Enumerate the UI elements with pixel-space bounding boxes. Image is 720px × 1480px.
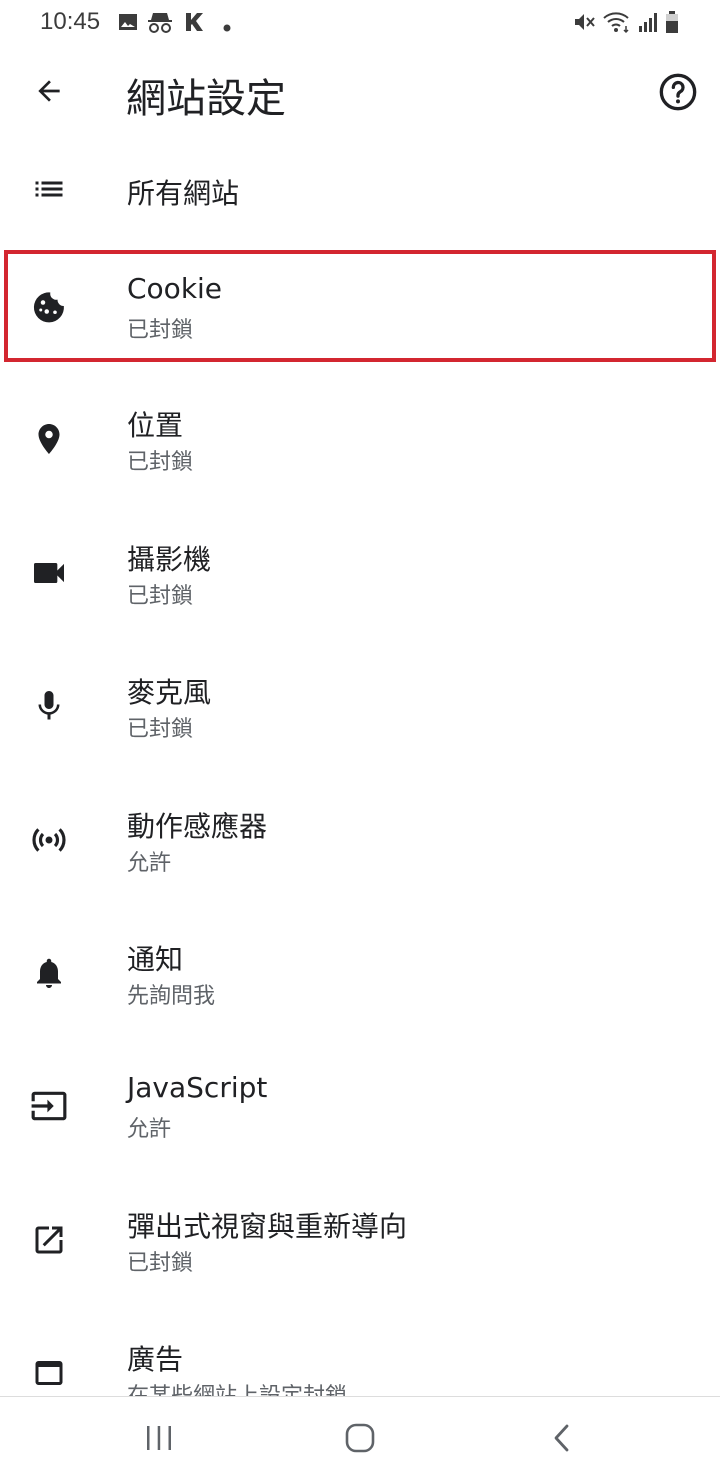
back-nav-icon [551, 1423, 573, 1457]
recent-apps-icon [144, 1424, 174, 1456]
cookie-icon [24, 282, 74, 332]
list-item-title: 攝影機 [127, 543, 212, 576]
list-item-status: 允許 [127, 1117, 172, 1142]
microphone-icon [24, 681, 74, 731]
system-nav-bar [0, 1396, 720, 1480]
list-item-title: 位置 [127, 409, 184, 442]
list-item-ads[interactable]: 廣告 在某些網站上設定封鎖 [0, 1318, 720, 1396]
list-item-status: 先詢問我 [127, 984, 216, 1009]
arrow-back-icon [33, 75, 65, 111]
back-nav-button[interactable] [532, 1415, 592, 1465]
home-icon [344, 1422, 376, 1458]
list-item-status: 已封鎖 [127, 1251, 194, 1276]
popup-icon [24, 1215, 74, 1265]
signal-icon [636, 10, 660, 38]
page-title: 網站設定 [126, 76, 286, 122]
list-item-all-sites[interactable]: 所有網站 [0, 138, 720, 242]
help-icon [658, 72, 698, 116]
list-icon [24, 164, 74, 214]
help-button[interactable] [652, 68, 704, 120]
list-item-status: 已封鎖 [127, 584, 194, 609]
status-time: 10:45 [40, 8, 101, 35]
battery-icon [664, 10, 680, 38]
status-bar: 10:45 [0, 0, 720, 46]
list-item-status: 允許 [127, 851, 172, 876]
camera-icon [24, 548, 74, 598]
k-app-icon [182, 10, 206, 38]
list-item-cookie[interactable]: Cookie 已封鎖 [0, 252, 720, 364]
list-item-status: 已封鎖 [127, 318, 194, 343]
ads-icon [24, 1348, 74, 1396]
list-item-title: 彈出式視窗與重新導向 [127, 1210, 408, 1243]
list-item-microphone[interactable]: 麥克風 已封鎖 [0, 651, 720, 763]
list-item-status: 已封鎖 [127, 450, 194, 475]
list-item-notifications[interactable]: 通知 先詢問我 [0, 918, 720, 1030]
list-item-motion-sensors[interactable]: 動作感應器 允許 [0, 785, 720, 897]
list-item-status: 已封鎖 [127, 717, 194, 742]
site-settings-list: 所有網站 Cookie 已封鎖 位置 已封鎖 攝影機 已封鎖 麥克風 已封鎖 動… [0, 138, 720, 1396]
image-icon [116, 10, 140, 38]
mute-icon [572, 10, 598, 38]
list-item-status: 在某些網站上設定封鎖 [127, 1378, 347, 1396]
sensors-icon [24, 815, 74, 865]
list-item-title: 通知 [127, 943, 184, 976]
recent-apps-button[interactable] [129, 1415, 189, 1465]
bell-icon [24, 948, 74, 998]
list-item-title: JavaScript [127, 1071, 268, 1104]
list-item-camera[interactable]: 攝影機 已封鎖 [0, 518, 720, 630]
list-item-title: 麥克風 [127, 676, 212, 709]
home-button[interactable] [330, 1415, 390, 1465]
list-item-location[interactable]: 位置 已封鎖 [0, 384, 720, 496]
list-item-title: 動作感應器 [127, 810, 268, 843]
location-icon [24, 414, 74, 464]
javascript-icon [24, 1081, 74, 1131]
wifi-icon [602, 10, 632, 38]
dot-icon [222, 18, 232, 37]
list-item-title: 廣告 [127, 1343, 184, 1376]
list-item-title: Cookie [127, 272, 223, 305]
back-button[interactable] [24, 68, 74, 118]
list-item-popups-redirects[interactable]: 彈出式視窗與重新導向 已封鎖 [0, 1185, 720, 1297]
list-item-javascript[interactable]: JavaScript 允許 [0, 1051, 720, 1163]
incognito-icon [146, 10, 174, 38]
app-bar: 網站設定 [0, 46, 720, 138]
list-item-title: 所有網站 [127, 177, 240, 210]
